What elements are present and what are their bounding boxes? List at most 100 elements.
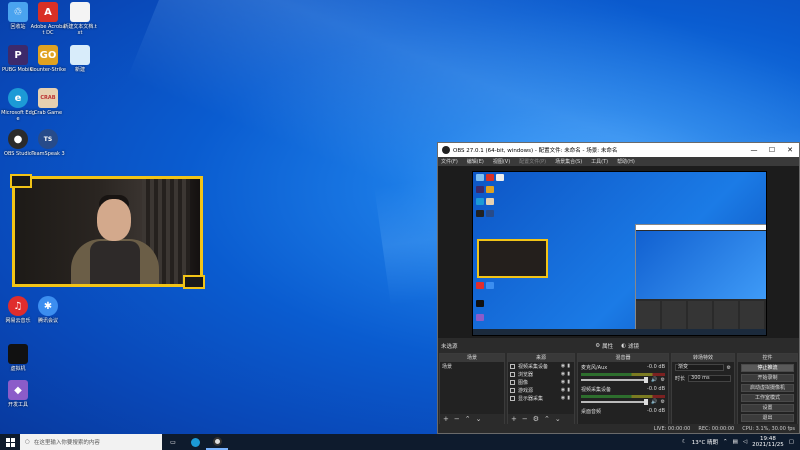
minimize-icon[interactable]: — [745,146,763,154]
sources-dock-title: 来源 [508,354,574,362]
controls-dock-title: 控件 [738,354,797,362]
task-view-icon: ▭ [170,438,176,446]
exit-button[interactable]: 退出 [741,414,794,422]
obs-window: OBS 27.0.1 (64-bit, windows) - 配置文件: 未命名… [437,142,800,434]
menu-edit[interactable]: 编辑(E) [467,158,484,165]
desktop-icon-vm[interactable]: 虚拟机 [0,344,36,372]
menu-view[interactable]: 视图(V) [493,158,510,165]
remove-icon[interactable]: − [522,415,528,423]
list-item[interactable]: 视频采集设备 ◉▮ [508,362,574,370]
gear-icon[interactable]: ⚙ [661,377,665,383]
visibility-icon[interactable]: ◉▮ [561,371,574,377]
up-icon[interactable]: ⌃ [465,415,471,423]
taskbar-task-view[interactable]: ▭ [162,434,184,450]
volume-slider[interactable] [581,399,649,405]
desktop-icon-new-file[interactable]: 新建 [62,45,98,73]
network-icon[interactable]: ▤ [733,439,738,445]
list-item[interactable]: 游戏源 ◉▮ [508,386,574,394]
volume-meter [581,373,665,376]
visibility-icon[interactable]: ◉▮ [561,379,574,385]
visibility-icon[interactable]: ◉▮ [561,387,574,393]
pubg-icon: P [8,45,28,65]
docks: 场景 场景 + − ⌃ ⌄ 来源 视频采集设备 ◉▮ 浏览器 ◉▮ 图像 ◉▮ 游戏源… [438,353,799,425]
search-icon: ○ [25,439,30,445]
duration-input[interactable]: 300 ms [688,375,731,382]
stop-streaming-button[interactable]: 停止推流 [741,364,794,372]
list-item[interactable]: 场景 [440,362,504,370]
menu-file[interactable]: 文件(F) [441,158,458,165]
taskbar-search[interactable]: ○ 在这里输入你要搜索的内容 [20,434,162,450]
desktop-icon-teamspeak[interactable]: TS TeamSpeak 3 [30,129,66,157]
transition-select[interactable]: 渐变 [675,364,724,371]
source-toolbar: 未选源 ⚙ 属性 ◐ 滤镜 [438,340,799,352]
settings-button[interactable]: 设置 [741,404,794,412]
menu-profile[interactable]: 配置文件(P) [519,158,546,165]
studio-mode-button[interactable]: 工作室模式 [741,394,794,402]
transitions-dock: 转场特效 渐变 ⚙ 时长 300 ms [671,353,735,425]
obs-icon: ● [8,129,28,149]
close-icon[interactable]: ✕ [781,146,799,154]
start-virtual-camera-button[interactable]: 启动虚拟摄像机 [741,384,794,392]
gear-icon[interactable]: ⚙ [727,365,731,371]
weather-icon[interactable]: ☾ [682,439,687,445]
taskbar: ○ 在这里输入你要搜索的内容 ▭ ☾ 13°C 晴朗 ⌃ ▤ ◁ 19:48 2… [0,434,800,450]
menu-help[interactable]: 帮助(H) [617,158,635,165]
mixer-channel: 麦克风/Aux -0.0 dB 🔊 ⚙ [581,364,665,383]
up-icon[interactable]: ⌃ [544,415,550,423]
list-item[interactable]: 图像 ◉▮ [508,378,574,386]
maximize-icon[interactable]: ☐ [763,146,781,154]
gear-icon[interactable]: ⚙ [661,399,665,405]
list-item[interactable]: 显示器采集 ◉▮ [508,394,574,402]
speaker-icon[interactable]: 🔊 [651,399,657,405]
gear-icon[interactable]: ⚙ [533,415,539,423]
start-recording-button[interactable]: 开始录制 [741,374,794,382]
mixer-channel: 视频采集设备 -0.0 dB 🔊 ⚙ [581,386,665,405]
add-icon[interactable]: + [443,415,449,423]
search-placeholder: 在这里输入你要搜索的内容 [33,440,100,446]
sources-toolbar: + − ⚙ ⌃ ⌄ [508,414,574,424]
desktop-icon-acrobat[interactable]: A Adobe Acrobat DC [30,2,66,36]
clock[interactable]: 19:48 2021/11/25 [752,436,784,448]
visibility-icon[interactable]: ◉▮ [561,395,574,401]
csgo-icon: GO [38,45,58,65]
desktop-icon-dev-tool[interactable]: ◆ 开发工具 [0,380,36,408]
filters-button[interactable]: 滤镜 [628,342,639,350]
obs-icon [212,436,222,446]
edge-icon [190,437,200,447]
desktop-icon-text-file[interactable]: 新建文本文档.txt [62,2,98,36]
remove-icon[interactable]: − [454,415,460,423]
sources-list: 视频采集设备 ◉▮ 浏览器 ◉▮ 图像 ◉▮ 游戏源 ◉▮ 显示器采集 ◉▮ [508,362,574,414]
desktop-icon-tencent-meeting[interactable]: ✱ 腾讯会议 [30,296,66,324]
notification-icon[interactable]: ▢ [789,439,794,445]
visibility-icon[interactable]: ◉▮ [561,363,574,369]
desktop-icon-csgo[interactable]: GO Counter-Strike [30,45,66,73]
volume-meter [581,395,665,398]
filter-icon[interactable]: ◐ [621,343,626,349]
crab-game-icon: CRAB [38,88,58,108]
status-bar: LIVE: 00:00:00 REC: 00:00:00 CPU: 3.1%, … [438,424,799,433]
list-item[interactable]: 浏览器 ◉▮ [508,370,574,378]
menu-scene-collection[interactable]: 场景集合(S) [555,158,582,165]
taskbar-edge[interactable] [184,434,206,450]
rec-status: REC: 00:00:00 [698,425,735,432]
down-icon[interactable]: ⌄ [555,415,561,423]
gear-icon[interactable]: ⚙ [595,343,600,349]
start-button[interactable] [0,434,20,450]
duration-label: 时长 [675,376,686,382]
menu-tools[interactable]: 工具(T) [591,158,608,165]
scenes-dock-title: 场景 [440,354,504,362]
desktop-icon-crab-game[interactable]: CRAB Crab Game [30,88,66,116]
audio-mixer-dock: 混音器 麦克风/Aux -0.0 dB 🔊 ⚙ 视频采集设备 -0.0 dB 🔊 ⚙ 桌… [577,353,669,425]
weather-text[interactable]: 13°C 晴朗 [692,438,718,446]
taskbar-obs[interactable] [206,434,228,450]
preview-area[interactable] [438,166,799,338]
speaker-icon[interactable]: 🔊 [651,377,657,383]
windows-icon [5,437,15,447]
add-icon[interactable]: + [511,415,517,423]
app-icon: ◆ [8,380,28,400]
volume-icon[interactable]: ◁ [743,439,747,445]
properties-button[interactable]: 属性 [602,342,613,350]
chevron-up-icon[interactable]: ⌃ [723,439,728,445]
volume-slider[interactable] [581,377,649,383]
down-icon[interactable]: ⌄ [476,415,482,423]
